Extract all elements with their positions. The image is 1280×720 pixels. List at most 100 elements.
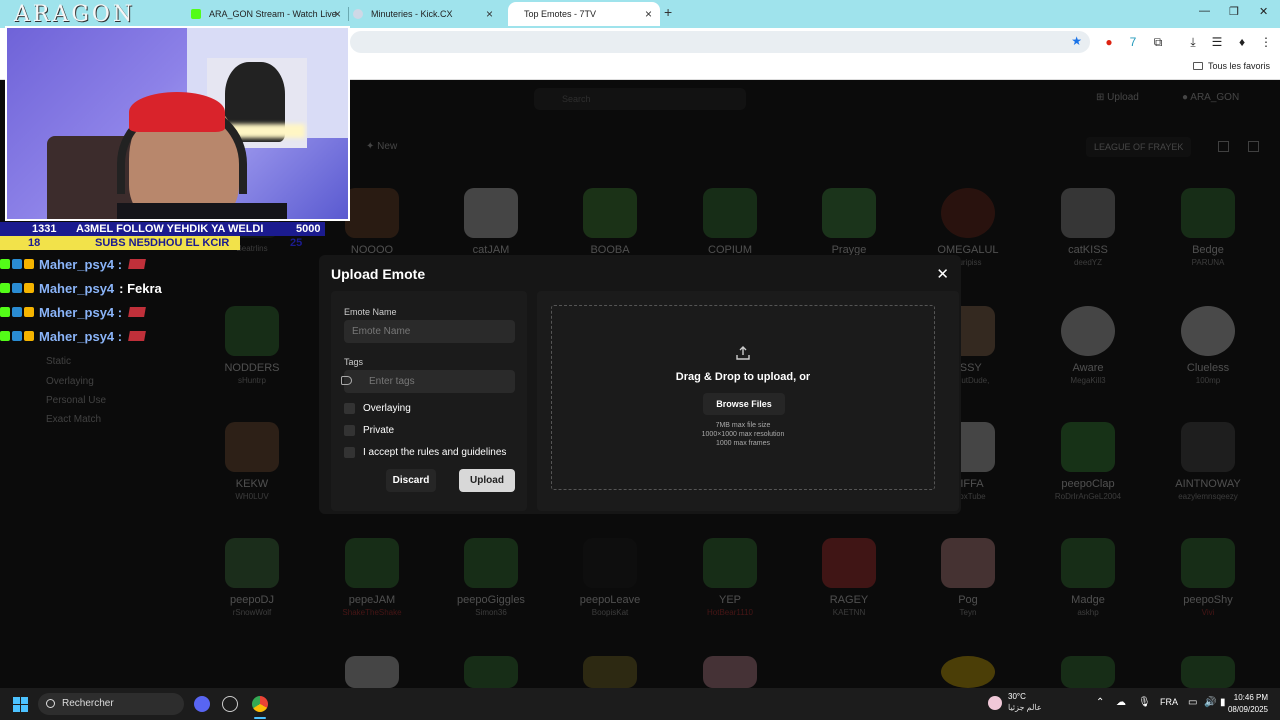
emote-card[interactable]: pepeJAM ShakeTheShake (322, 538, 422, 617)
menu-kebab-icon[interactable]: ⋮ (1259, 35, 1273, 49)
chevron-up-icon[interactable]: ⌃ (1096, 697, 1104, 708)
list-view-icon[interactable] (1248, 141, 1259, 152)
emote-card[interactable]: Aware MegaKill3 (1038, 306, 1138, 385)
checkbox-box[interactable] (344, 425, 355, 436)
emote-card[interactable]: peepoDJ rSnowWolf (202, 538, 302, 617)
emote-card[interactable]: peepoShy Vivi (1158, 538, 1258, 617)
weather-widget[interactable]: 30°C عالم جزئيا (1008, 692, 1042, 712)
search-input[interactable]: Search (534, 88, 746, 110)
emote-card[interactable]: BOOBA (560, 188, 660, 256)
checkbox-label: Private (363, 425, 395, 436)
emote-card[interactable]: peepoClap RoDrIrAnGeL2004 (1038, 422, 1138, 501)
profile-icon[interactable]: ♦ (1235, 35, 1249, 49)
tab-minuteries[interactable]: Minuteries - Kick.CX × (345, 2, 501, 26)
tab-close-icon[interactable]: × (486, 7, 493, 21)
extensions-icon[interactable]: ⧉ (1151, 35, 1165, 49)
emote-card[interactable]: Clueless 100mp (1158, 306, 1258, 385)
opera-icon[interactable]: ● (1102, 35, 1116, 49)
emote-card[interactable] (322, 656, 422, 688)
emote-image (345, 656, 399, 688)
minimize-icon[interactable]: — (1199, 5, 1210, 17)
all-bookmarks[interactable]: Tous les favoris (1192, 61, 1270, 71)
volume-icon[interactable]: 🔊 (1204, 697, 1216, 708)
file-dropzone[interactable]: Drag & Drop to upload, or Browse Files 7… (551, 305, 935, 490)
new-tab-button[interactable]: ✦ New (366, 141, 397, 152)
overlaying-checkbox[interactable]: Overlaying (344, 403, 411, 414)
emote-card[interactable]: NODDERS sHuntrp (202, 306, 302, 385)
new-tab-icon[interactable]: + (664, 4, 672, 20)
emote-image (345, 188, 399, 238)
checkbox-box[interactable] (344, 403, 355, 414)
windows-start-icon[interactable] (13, 697, 28, 712)
emote-card[interactable]: COPIUM (680, 188, 780, 256)
chat-username: Maher_psy4 : (39, 256, 123, 272)
filter-exact-match[interactable]: Exact Match (46, 414, 101, 425)
emote-card[interactable]: RAGEY KAETNN (799, 538, 899, 617)
filter-static[interactable]: Static (46, 356, 71, 367)
grid-view-icon[interactable] (1218, 141, 1229, 152)
emote-card[interactable]: peepoGiggles Simon36 (441, 538, 541, 617)
emote-card[interactable] (560, 656, 660, 688)
private-checkbox[interactable]: Private (344, 425, 394, 436)
emote-card[interactable] (680, 656, 780, 688)
cloud-icon[interactable]: ☁ (1116, 697, 1126, 708)
header-upload-button[interactable]: ⊞ Upload (1096, 92, 1139, 103)
emote-card[interactable] (918, 656, 1018, 688)
7tv-extension-icon[interactable]: 7 (1126, 35, 1140, 49)
emote-card[interactable] (441, 656, 541, 688)
emote-card[interactable]: Madge askhp (1038, 538, 1138, 617)
playlist-icon[interactable]: ☰ (1210, 35, 1224, 49)
bookmark-star-icon[interactable]: ★ (1071, 34, 1082, 48)
chat-message: Maher_psy4 : (0, 324, 162, 348)
emote-name-input[interactable] (344, 320, 515, 343)
taskbar-search[interactable]: Rechercher (38, 693, 184, 715)
tab-close-icon[interactable]: × (334, 7, 341, 21)
checkbox-box[interactable] (344, 447, 355, 458)
taskbar-clock[interactable]: 10:46 PM 08/09/2025 (1228, 692, 1268, 716)
accept-rules-checkbox[interactable]: I accept the rules and guidelines (344, 447, 506, 458)
language-indicator[interactable]: FRA (1160, 697, 1178, 707)
steam-icon[interactable] (222, 696, 238, 712)
tab-close-icon[interactable]: × (645, 7, 652, 21)
browse-files-button[interactable]: Browse Files (703, 393, 785, 415)
emote-card[interactable]: Pog Teyn (918, 538, 1018, 617)
filter-personal-use[interactable]: Personal Use (46, 395, 106, 406)
network-icon[interactable]: ▭ (1188, 697, 1197, 708)
address-field[interactable]: ★ (350, 31, 1090, 53)
globe-favicon-icon (353, 9, 363, 19)
emote-card[interactable]: catJAM (441, 188, 541, 256)
emote-card[interactable]: AINTNOWAY eazylemnsqeezy (1158, 422, 1258, 501)
download-icon[interactable]: ⤓ (1186, 35, 1200, 49)
emote-card[interactable]: peepoLeave BoopisKat (560, 538, 660, 617)
emote-card[interactable]: KEKW WH0LUV (202, 422, 302, 501)
filter-overlaying[interactable]: Overlaying (46, 376, 94, 387)
emote-image (1061, 188, 1115, 238)
tab-7tv[interactable]: Top Emotes - 7TV × (508, 2, 660, 26)
close-window-icon[interactable]: ✕ (1259, 5, 1268, 18)
tags-input[interactable] (344, 370, 515, 393)
emote-image (1061, 422, 1115, 472)
emote-card[interactable]: YEP HotBear1110 (680, 538, 780, 617)
discard-button[interactable]: Discard (386, 469, 436, 492)
maximize-icon[interactable]: ❐ (1229, 5, 1239, 18)
prime-badge-icon (12, 283, 22, 293)
shirt (117, 203, 287, 219)
battery-icon[interactable]: ▮ (1220, 697, 1226, 708)
discord-icon[interactable] (194, 696, 210, 712)
tag-icon (341, 376, 352, 385)
chrome-icon[interactable] (252, 696, 268, 712)
emote-card[interactable]: catKISS deedYZ (1038, 188, 1138, 267)
emote-card[interactable]: Prayge (799, 188, 899, 256)
close-icon[interactable]: ✕ (936, 265, 949, 283)
emote-card[interactable] (1038, 656, 1138, 688)
emote-card[interactable] (1158, 656, 1258, 688)
tab-kick-stream[interactable]: ARA_GON Stream - Watch Live × (183, 2, 349, 26)
emote-image (822, 538, 876, 588)
tab-title: ARA_GON Stream - Watch Live (209, 9, 337, 19)
upload-button[interactable]: Upload (459, 469, 515, 492)
emote-card[interactable]: Bedge PARUNA (1158, 188, 1258, 267)
microphone-icon[interactable]: 🎙 (1138, 697, 1151, 708)
emote-set-selector[interactable]: LEAGUE OF FRAYEK (1086, 137, 1192, 157)
weather-icon (988, 696, 1002, 710)
user-menu[interactable]: ● ARA_GON (1182, 92, 1239, 103)
